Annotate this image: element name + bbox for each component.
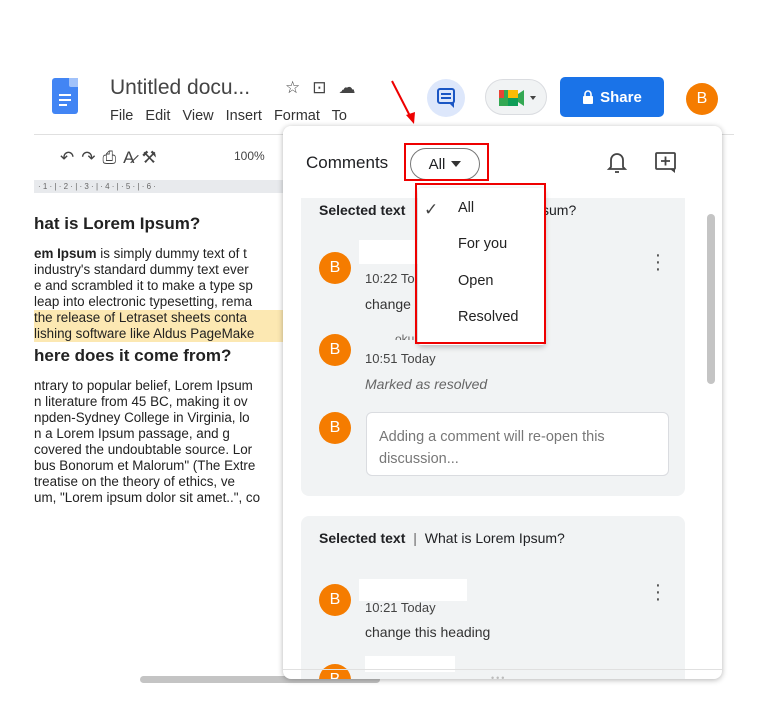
title-actions: ☆⊡☁ [285, 78, 368, 98]
menu-edit[interactable]: Edit [145, 108, 170, 124]
menu-insert[interactable]: Insert [226, 108, 262, 124]
comment-author-fragment: oku [395, 332, 415, 340]
open-comments-button[interactable] [427, 79, 465, 117]
cloud-status-icon[interactable]: ☁ [339, 78, 368, 97]
meet-icon [499, 90, 536, 106]
document-title[interactable]: Untitled docu... [110, 76, 250, 100]
account-avatar[interactable]: B [686, 83, 718, 115]
editing-toolbar: ↶↷⎙A̷⚒ [60, 148, 164, 168]
document-body[interactable]: hat is Lorem Ipsum? em Ipsum is simply d… [34, 216, 284, 506]
resize-handle-icon[interactable]: ••• [491, 673, 506, 679]
selected-text-quote: What is Lorem Ipsum? [424, 530, 565, 546]
comment-timestamp: 10:21 Today [365, 600, 436, 615]
menu-format[interactable]: Format [274, 108, 320, 124]
redacted-name [359, 579, 467, 601]
comment-avatar: B [319, 412, 351, 444]
doc-line: treatise on the theory of ethics, ve [34, 474, 235, 489]
print-icon[interactable]: ⎙ [103, 148, 124, 167]
share-label: Share [600, 88, 642, 106]
menu-bar: File Edit View Insert Format To [110, 108, 390, 124]
reply-input[interactable]: Adding a comment will re-open this discu… [366, 412, 669, 476]
more-options-icon[interactable]: · · · [654, 245, 662, 279]
selected-text-label: Selected text | What is Lorem Ipsum? [319, 530, 565, 546]
resolved-status: Marked as resolved [365, 376, 488, 392]
comment-avatar: B [319, 334, 351, 366]
doc-line: covered the undoubtable source. Lor [34, 442, 253, 457]
doc-line: ntrary to popular belief, Lorem Ipsum [34, 378, 253, 393]
lock-icon [583, 90, 594, 104]
menu-view[interactable]: View [182, 108, 213, 124]
annotation-arrow-icon [391, 80, 415, 124]
panel-bottom-divider [283, 669, 722, 670]
ruler: · 1 · | · 2 · | · 3 · | · 4 · | · 5 · | … [34, 180, 284, 193]
comments-title: Comments [306, 153, 389, 172]
annotation-highlight-box [404, 143, 489, 181]
selected-text-quote: sum? [542, 202, 577, 218]
selected-text-label: Selected text [319, 202, 406, 218]
star-icon[interactable]: ☆ [285, 78, 312, 97]
doc-bold-text: em Ipsum [34, 246, 97, 261]
annotation-highlight-box [415, 183, 546, 344]
comment-timestamp: 10:51 Today [365, 351, 436, 366]
doc-line: em Ipsum is simply dummy text of t [34, 246, 247, 261]
redacted-name [359, 240, 421, 264]
doc-line: npden-Sydney College in Virginia, lo [34, 410, 250, 425]
menu-tools[interactable]: To [332, 108, 347, 124]
move-folder-icon[interactable]: ⊡ [312, 78, 338, 97]
comment-avatar: B [319, 664, 351, 679]
meet-button[interactable] [485, 79, 547, 115]
doc-line: leap into electronic typesetting, rema [34, 294, 253, 309]
add-comment-icon[interactable] [654, 150, 678, 174]
doc-heading-2: here does it come from? [34, 346, 232, 365]
notification-bell-icon[interactable] [606, 150, 628, 174]
doc-highlighted-line[interactable]: lishing software like Aldus PageMake [34, 326, 284, 342]
comment-history-icon [437, 88, 455, 108]
zoom-select[interactable]: 100% [234, 149, 265, 163]
comment-thread[interactable]: Selected text | What is Lorem Ipsum? B 1… [301, 516, 685, 679]
comment-text: change [365, 296, 411, 312]
menu-file[interactable]: File [110, 108, 133, 124]
doc-line: industry's standard dummy text ever [34, 262, 249, 277]
doc-line: bus Bonorum et Malorum" (The Extre [34, 458, 256, 473]
more-options-icon[interactable]: · · · [654, 575, 662, 609]
share-button[interactable]: Share [560, 77, 664, 117]
doc-heading-1: hat is Lorem Ipsum? [34, 216, 201, 233]
doc-highlighted-line[interactable]: the release of Letraset sheets conta [34, 310, 284, 326]
undo-icon[interactable]: ↶ [60, 148, 81, 167]
comment-text: change this heading [365, 624, 491, 640]
comment-timestamp: 10:22 To [365, 271, 415, 286]
doc-line: e and scrambled it to make a type sp [34, 278, 253, 293]
doc-line: n literature from 45 BC, making it ov [34, 394, 248, 409]
comment-avatar: B [319, 584, 351, 616]
comment-avatar: B [319, 252, 351, 284]
comments-scrollbar[interactable] [707, 214, 715, 384]
doc-line: um, "Lorem ipsum dolor sit amet..", co [34, 490, 261, 505]
doc-line: n a Lorem Ipsum passage, and g [34, 426, 230, 441]
docs-logo-icon[interactable] [52, 78, 78, 114]
paint-format-icon[interactable]: ⚒ [141, 148, 163, 167]
spellcheck-icon[interactable]: A̷ [123, 148, 141, 167]
redo-icon[interactable]: ↷ [81, 148, 102, 167]
